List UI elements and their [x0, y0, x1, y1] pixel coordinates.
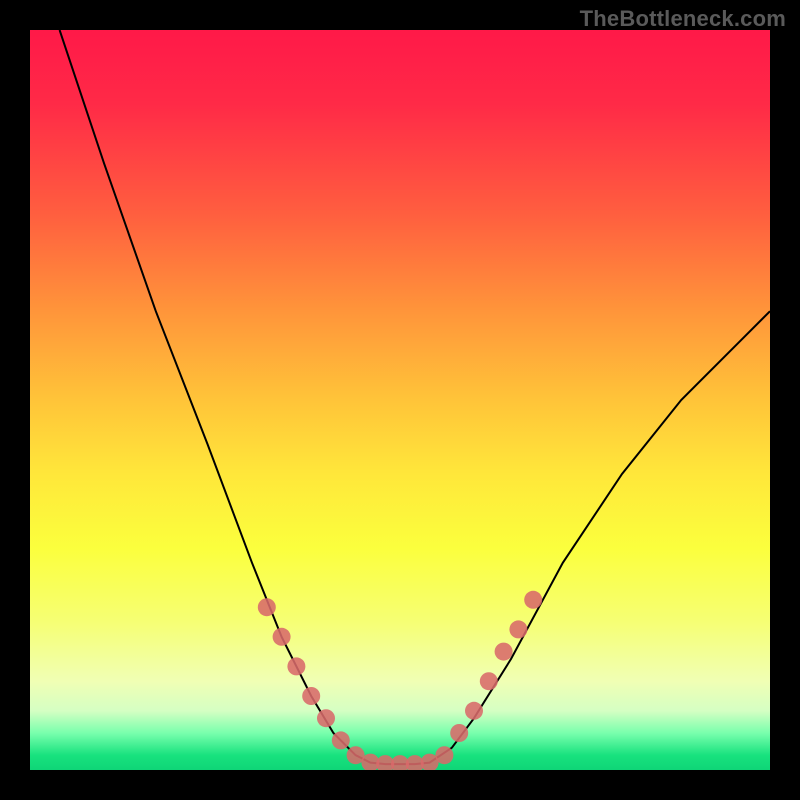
- marker-dot: [509, 620, 527, 638]
- marker-dot: [332, 731, 350, 749]
- marker-dot: [465, 702, 483, 720]
- marker-dot: [495, 643, 513, 661]
- watermark-text: TheBottleneck.com: [580, 6, 786, 32]
- bottleneck-curve: [60, 30, 770, 764]
- marker-dot: [435, 746, 453, 764]
- marker-dot: [273, 628, 291, 646]
- chart-frame: TheBottleneck.com: [0, 0, 800, 800]
- marker-dot: [524, 591, 542, 609]
- marker-dots-group: [258, 591, 542, 770]
- marker-dot: [317, 709, 335, 727]
- marker-dot: [287, 657, 305, 675]
- marker-dot: [450, 724, 468, 742]
- marker-dot: [480, 672, 498, 690]
- marker-dot: [258, 598, 276, 616]
- plot-area: [30, 30, 770, 770]
- curve-layer: [30, 30, 770, 770]
- marker-dot: [302, 687, 320, 705]
